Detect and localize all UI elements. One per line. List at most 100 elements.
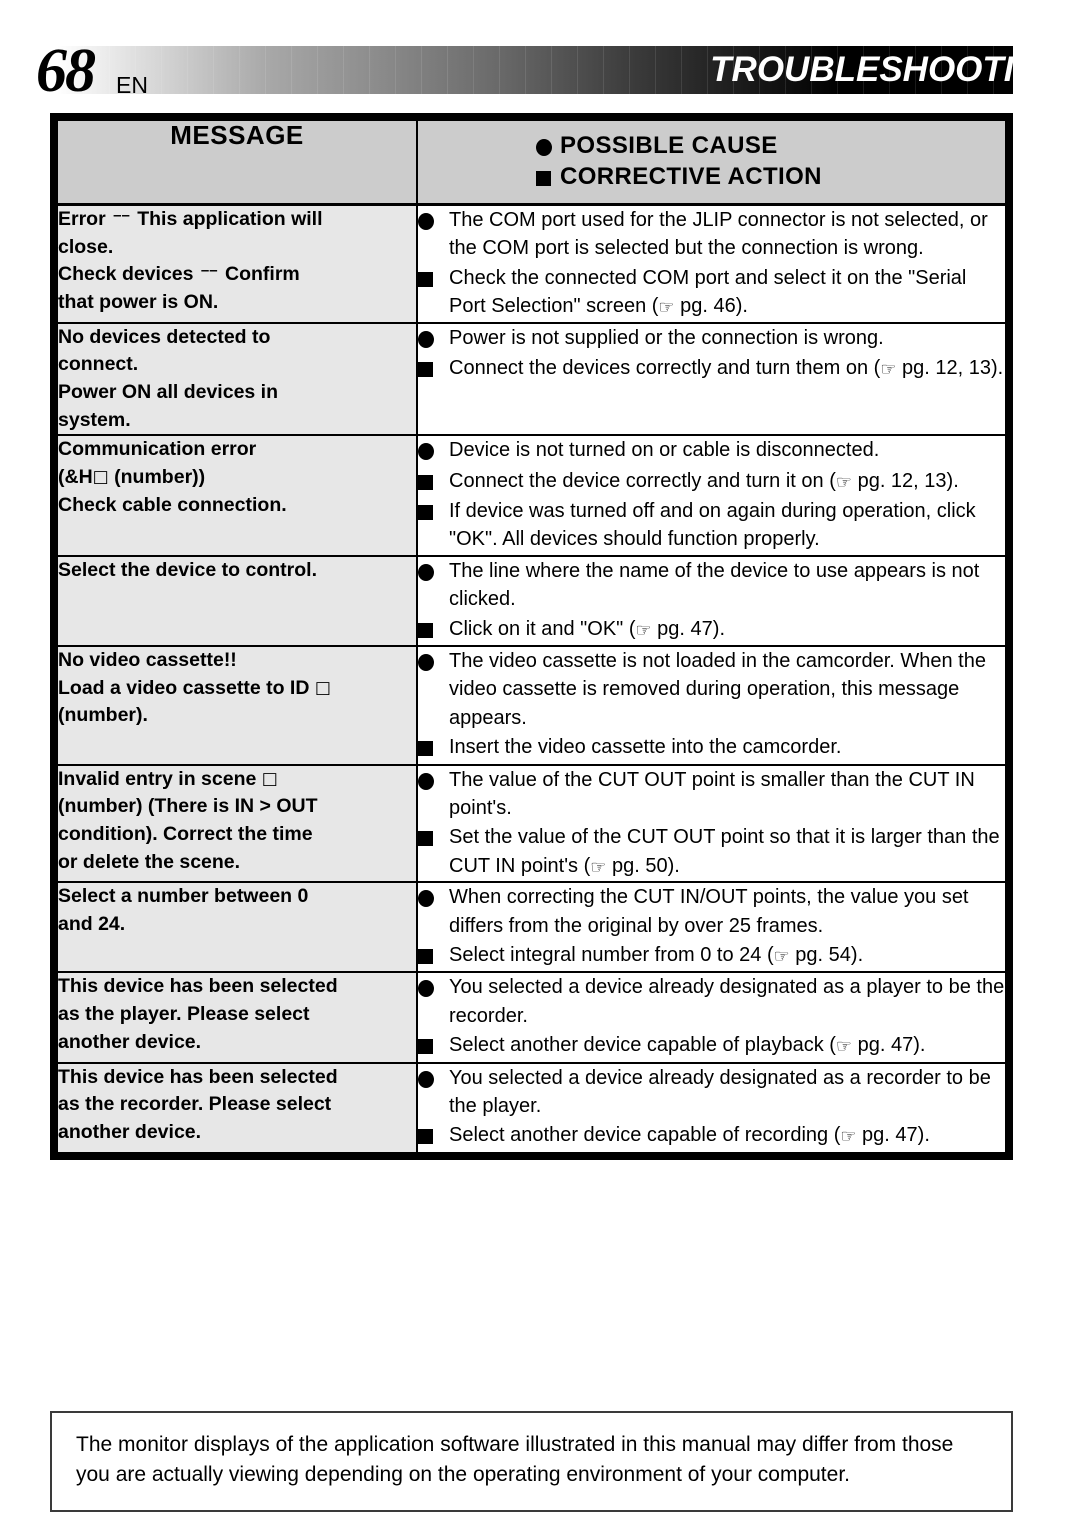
possible-cause-item: When correcting the CUT IN/OUT points, t… — [418, 883, 1005, 940]
open-square-glyph: □ — [92, 467, 109, 487]
pointing-hand-icon: ☞ — [880, 358, 897, 380]
table-row: This device has been selected as the reco… — [56, 1061, 1007, 1154]
bullet-square-icon — [418, 354, 449, 383]
bullet-square-icon — [418, 497, 449, 526]
footnote-text: The monitor displays of the application … — [76, 1433, 954, 1487]
message-line: Error –– This application will — [58, 207, 323, 230]
possible-cause-item: Power is not supplied or the connection … — [418, 324, 1005, 353]
item-text: You selected a device already designated… — [449, 1066, 991, 1117]
bullet-dot-icon — [418, 324, 449, 353]
bullet-dot-icon — [418, 436, 449, 465]
pointing-hand-icon: ☞ — [835, 471, 853, 493]
message-line: Communication error — [58, 438, 257, 461]
message-line: and 24. — [58, 912, 126, 935]
message-cell: Error –– This application will close. Chec… — [56, 203, 418, 324]
page-title: TROUBLESHOOTING — [710, 50, 1066, 89]
open-square-glyph: □ — [314, 677, 331, 698]
message-line: Check cable connection. — [58, 493, 287, 516]
message-line: This device has been selected — [58, 1065, 338, 1088]
pointing-hand-icon: ☞ — [635, 619, 652, 641]
column-header-cause-action: POSSIBLE CAUSE CORRECTIVE ACTION — [416, 119, 1007, 206]
item-text: Insert the video cassette into the camco… — [449, 736, 842, 759]
item-text: Connect the devices correctly and turn t… — [449, 356, 1004, 380]
pointing-hand-icon: ☞ — [840, 1126, 857, 1148]
message-line: (number) (There is IN > OUT — [58, 795, 318, 818]
cause-action-cell: The video cassette is not loaded in the … — [416, 645, 1007, 766]
message-cell: Select a number between 0 and 24. — [56, 881, 418, 974]
message-line: No video cassette!! — [58, 649, 237, 672]
page-language-code: EN — [116, 72, 148, 98]
bullet-dot-icon — [418, 883, 449, 912]
item-text: Connect the device correctly and turn it… — [449, 469, 959, 493]
pointing-hand-icon: ☞ — [658, 297, 675, 319]
table-row: No video cassette!! Load a video cassette… — [56, 645, 1007, 766]
message-line: No devices detected to — [58, 325, 271, 348]
bullet-square-icon — [536, 161, 560, 192]
cause-action-cell: You selected a device already designated… — [416, 971, 1007, 1064]
message-line: as the player. Please select — [58, 1003, 310, 1026]
possible-cause-item: The video cassette is not loaded in the … — [418, 647, 1005, 732]
item-text: Select another device capable of playbac… — [449, 1034, 926, 1058]
bullet-square-icon — [418, 733, 449, 762]
message-cell: Invalid entry in scene □ (number) (There … — [56, 763, 418, 884]
message-line: Select a number between 0 — [58, 885, 309, 908]
possible-cause-item: The COM port used for the JLIP connector… — [418, 206, 1005, 263]
possible-cause-item: The value of the CUT OUT point is smalle… — [418, 766, 1005, 823]
cause-action-cell: You selected a device already designated… — [416, 1061, 1007, 1154]
cause-action-cell: The value of the CUT OUT point is smalle… — [416, 763, 1007, 884]
item-text: The line where the name of the device to… — [449, 559, 980, 611]
bullet-square-icon — [418, 941, 449, 970]
column-header-message-label: MESSAGE — [170, 120, 304, 150]
bullet-square-icon — [418, 615, 449, 644]
message-cell: Communication error (&H□ (number)) Check c… — [56, 434, 418, 557]
column-header-corrective-action-label: CORRECTIVE ACTION — [560, 163, 822, 191]
table-row: Select a number between 0 and 24. When cor… — [56, 881, 1007, 974]
possible-cause-item: You selected a device already designated… — [418, 973, 1005, 1030]
message-line: as the recorder. Please select — [58, 1093, 332, 1116]
corrective-action-item: Select another device capable of playbac… — [418, 1031, 1005, 1060]
message-cell: This device has been selected as the reco… — [56, 1061, 418, 1154]
cause-action-cell: The line where the name of the device to… — [416, 554, 1007, 648]
corrective-action-item: Connect the device correctly and turn it… — [418, 467, 1005, 496]
table-row: Error –– This application will close. Chec… — [56, 203, 1007, 324]
table-body: Error –– This application will close. Chec… — [56, 203, 1007, 1154]
message-cell: No video cassette!! Load a video cassette… — [56, 645, 418, 766]
column-header-possible-cause: POSSIBLE CAUSE — [536, 130, 1005, 161]
corrective-action-item: Set the value of the CUT OUT point so th… — [418, 823, 1005, 880]
bullet-square-icon — [418, 823, 449, 852]
message-line: Power ON all devices in — [58, 380, 279, 403]
item-text: The video cassette is not loaded in the … — [449, 650, 986, 729]
message-line: connect. — [58, 353, 139, 376]
message-line: (number). — [58, 704, 148, 727]
column-header-possible-cause-label: POSSIBLE CAUSE — [560, 132, 778, 159]
double-dash: –– — [113, 207, 130, 224]
cause-action-cell: Device is not turned on or cable is disc… — [416, 434, 1007, 557]
bullet-dot-icon — [536, 130, 560, 161]
corrective-action-item: If device was turned off and on again du… — [418, 497, 1005, 554]
bullet-dot-icon — [418, 647, 449, 676]
item-text: If device was turned off and on again du… — [449, 500, 976, 551]
message-line: Check devices –– Confirm — [58, 262, 300, 286]
message-line: another device. — [58, 1120, 202, 1143]
corrective-action-item: Click on it and "OK" (☞ pg. 47). — [418, 615, 1005, 644]
table-row: Invalid entry in scene □ (number) (There … — [56, 763, 1007, 884]
troubleshooting-table-wrapper: MESSAGE POSSIBLE CAUSE CORRECTIVE ACTION… — [50, 113, 1013, 1160]
column-header-message: MESSAGE — [56, 119, 418, 206]
table-row: No devices detected to connect. Power ON a… — [56, 321, 1007, 437]
item-text: Device is not turned on or cable is disc… — [449, 439, 880, 462]
pointing-hand-icon: ☞ — [590, 856, 607, 878]
message-line: Load a video cassette to ID □ — [58, 676, 331, 699]
corrective-action-item: Connect the devices correctly and turn t… — [418, 354, 1005, 383]
bullet-dot-icon — [418, 1064, 449, 1093]
bullet-dot-icon — [418, 766, 449, 795]
message-line: another device. — [58, 1030, 202, 1053]
item-text: Click on it and "OK" (☞ pg. 47). — [449, 617, 726, 641]
page-number: 68 — [36, 37, 96, 105]
open-square-glyph: □ — [261, 768, 278, 789]
item-text: Select another device capable of recordi… — [449, 1124, 930, 1148]
bullet-square-icon — [418, 1031, 449, 1060]
table-row: This device has been selected as the play… — [56, 971, 1007, 1064]
message-line: that power is ON. — [58, 291, 219, 314]
pointing-hand-icon: ☞ — [773, 945, 790, 967]
bullet-square-icon — [418, 1121, 449, 1150]
